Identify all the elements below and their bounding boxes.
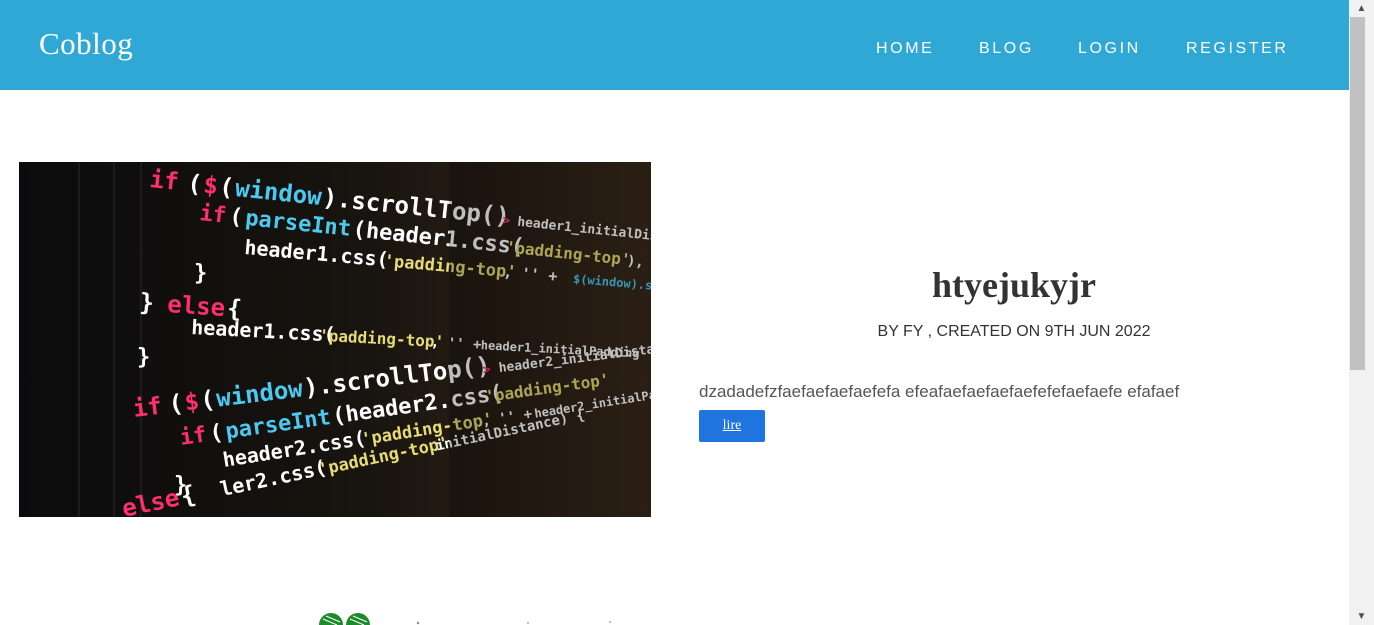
svg-text:}: } — [139, 288, 155, 317]
svg-text:(: ( — [186, 169, 203, 198]
svg-text:if: if — [198, 201, 227, 229]
svg-text:(: ( — [218, 172, 235, 201]
scrollbar-thumb[interactable] — [1350, 17, 1365, 370]
scroll-down-arrow-icon[interactable]: ▼ — [1349, 608, 1374, 625]
svg-text:}: } — [137, 345, 150, 370]
brand-logo[interactable]: Coblog — [39, 26, 133, 62]
svg-text:if: if — [178, 422, 208, 450]
post-meta: BY FY , CREATED ON 9TH JUN 2022 — [877, 323, 1151, 340]
doodle-image — [319, 613, 611, 625]
page: Coblog HOME BLOG LOGIN REGISTER if ($ (… — [0, 0, 1349, 625]
navbar: Coblog HOME BLOG LOGIN REGISTER — [0, 0, 1349, 90]
nav-register-link[interactable]: REGISTER — [1186, 40, 1289, 58]
next-post-image — [300, 592, 640, 625]
svg-text:if: if — [148, 165, 180, 196]
post-title[interactable]: htyejukyjr — [700, 264, 1328, 306]
code-screenshot-image: if ( $ ( window ).scrollTop() > header1_… — [19, 162, 651, 517]
svg-text:if: if — [131, 392, 163, 423]
svg-text:}: } — [194, 261, 207, 286]
nav-blog-link[interactable]: BLOG — [979, 40, 1034, 58]
nav-login-link[interactable]: LOGIN — [1078, 40, 1141, 58]
read-more-button[interactable]: lire — [699, 410, 765, 442]
scroll-up-arrow-icon[interactable]: ▲ — [1349, 0, 1374, 17]
nav-home-link[interactable]: HOME — [876, 40, 934, 58]
svg-text:(: ( — [228, 204, 244, 230]
post-image: if ( $ ( window ).scrollTop() > header1_… — [19, 162, 651, 517]
vertical-scrollbar[interactable]: ▲ ▼ — [1349, 0, 1374, 625]
svg-text:$: $ — [202, 171, 219, 200]
post-excerpt: dzadadefzfaefaefaefaefefa efeafaefaefaef… — [699, 382, 1180, 401]
